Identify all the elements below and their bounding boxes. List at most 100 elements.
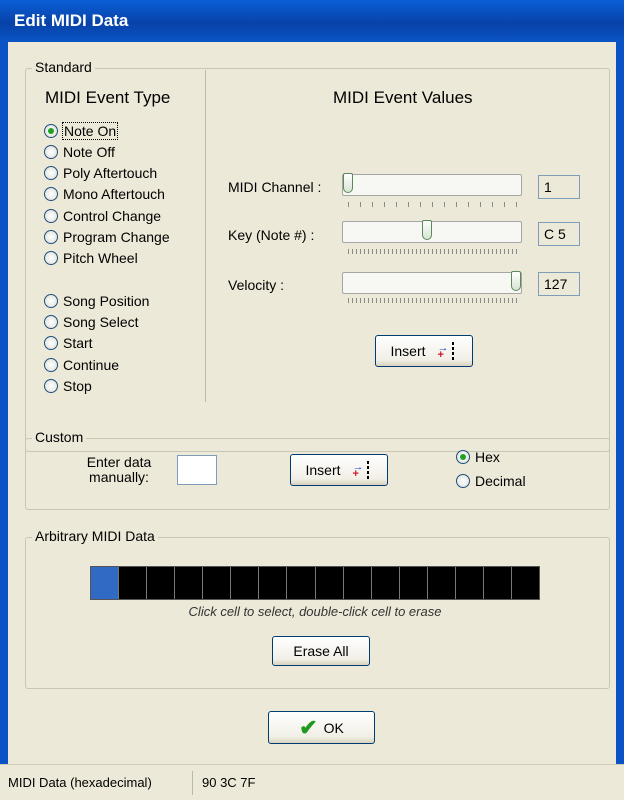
midi-data-cell[interactable]: [511, 567, 539, 599]
event-type-radio-label: Poly Aftertouch: [63, 165, 158, 181]
event-type-radio-circle[interactable]: [44, 209, 58, 223]
event-type-radio-circle[interactable]: [44, 358, 58, 372]
midi-channel-value: 1: [538, 175, 580, 199]
event-type-radio-circle[interactable]: [44, 124, 58, 138]
midi-channel-label: MIDI Channel :: [228, 179, 322, 195]
midi-channel-slider-thumb[interactable]: [343, 173, 353, 193]
checkmark-icon: ✔: [299, 714, 318, 740]
midi-data-cell[interactable]: [371, 567, 400, 599]
event-type-radio-circle[interactable]: [44, 166, 58, 180]
custom-insert-label: Insert: [305, 462, 341, 478]
event-type-radio-label: Program Change: [63, 229, 170, 245]
event-type-radio-label: Song Select: [63, 314, 139, 330]
decimal-radio-label: Decimal: [475, 473, 526, 489]
status-value: 90 3C 7F: [202, 775, 256, 790]
midi-channel-ticks: [348, 202, 518, 207]
hex-radio-circle[interactable]: [456, 450, 470, 464]
event-type-radio[interactable]: Mono Aftertouch: [44, 184, 165, 204]
midi-data-cell[interactable]: [259, 567, 288, 599]
midi-data-cell[interactable]: [119, 567, 148, 599]
status-separator: [192, 771, 193, 795]
hex-radio-label: Hex: [475, 449, 500, 465]
event-type-radio-circle[interactable]: [44, 379, 58, 393]
event-type-radio-label: Note On: [61, 122, 119, 140]
velocity-label: Velocity :: [228, 277, 285, 293]
event-values-heading: MIDI Event Values: [333, 88, 473, 107]
event-type-radio-circle[interactable]: [44, 230, 58, 244]
event-type-radio[interactable]: Program Change: [44, 227, 170, 247]
event-type-radio-label: Note Off: [63, 144, 115, 160]
event-type-radio[interactable]: Stop: [44, 376, 92, 396]
key-ticks: [348, 249, 518, 254]
manual-data-input[interactable]: [177, 455, 217, 485]
midi-data-cell[interactable]: [483, 567, 512, 599]
midi-data-cell[interactable]: [455, 567, 484, 599]
midi-data-cell[interactable]: [91, 567, 120, 599]
ok-label: OK: [323, 719, 344, 736]
midi-data-cell[interactable]: [399, 567, 428, 599]
standard-insert-button[interactable]: Insert → +: [375, 335, 473, 367]
velocity-slider-thumb[interactable]: [511, 271, 521, 291]
hex-radio[interactable]: Hex: [456, 447, 500, 467]
custom-insert-button[interactable]: Insert → +: [290, 454, 388, 486]
event-type-radio-label: Control Change: [63, 208, 162, 224]
event-type-radio-label: Song Position: [63, 293, 150, 309]
key-value: C 5: [538, 222, 580, 246]
midi-data-cell[interactable]: [343, 567, 372, 599]
event-type-radio[interactable]: Note On: [44, 121, 119, 141]
event-type-radio-circle[interactable]: [44, 187, 58, 201]
key-label: Key (Note #) :: [228, 227, 315, 243]
event-type-radio-label: Mono Aftertouch: [63, 186, 165, 202]
key-slider[interactable]: [342, 220, 522, 243]
velocity-slider[interactable]: [342, 271, 522, 294]
window-title: Edit MIDI Data: [14, 11, 129, 30]
event-type-radio-label: Continue: [63, 357, 120, 373]
midi-data-cell[interactable]: [147, 567, 176, 599]
velocity-value: 127: [538, 272, 580, 296]
event-type-radio-label: Start: [63, 335, 93, 351]
event-type-radio-circle[interactable]: [44, 294, 58, 308]
key-slider-thumb[interactable]: [422, 220, 432, 240]
window-frame-left: [0, 42, 8, 764]
midi-data-cell[interactable]: [315, 567, 344, 599]
midi-data-cell[interactable]: [203, 567, 232, 599]
standard-group-title: Standard: [32, 59, 95, 75]
standard-insert-label: Insert: [390, 343, 426, 359]
midi-channel-slider[interactable]: [342, 173, 522, 196]
midi-data-cell[interactable]: [175, 567, 204, 599]
midi-data-cell[interactable]: [231, 567, 260, 599]
status-label: MIDI Data (hexadecimal): [8, 775, 152, 790]
midi-data-cell[interactable]: [427, 567, 456, 599]
insert-arrows-icon: → +: [438, 342, 458, 361]
erase-all-button[interactable]: Erase All: [272, 636, 370, 666]
event-type-radio-circle[interactable]: [44, 315, 58, 329]
event-type-radio[interactable]: Control Change: [44, 206, 161, 226]
enter-data-label: Enter data manually:: [86, 454, 152, 485]
event-type-radio[interactable]: Poly Aftertouch: [44, 163, 157, 183]
custom-group-title: Custom: [32, 429, 87, 445]
midi-data-grid[interactable]: [90, 566, 540, 600]
event-type-radio-circle[interactable]: [44, 251, 58, 265]
event-type-radio-label: Stop: [63, 378, 92, 394]
ok-button[interactable]: ✔ OK: [268, 711, 375, 744]
midi-data-cell[interactable]: [287, 567, 316, 599]
event-type-radio[interactable]: Song Select: [44, 312, 139, 332]
arbitrary-group-title: Arbitrary MIDI Data: [32, 528, 158, 544]
window-frame-right: [616, 42, 624, 764]
event-type-radio[interactable]: Continue: [44, 355, 119, 375]
event-type-radio[interactable]: Note Off: [44, 142, 115, 162]
erase-all-label: Erase All: [293, 643, 349, 659]
standard-divider: [205, 70, 206, 402]
event-type-radio-circle[interactable]: [44, 145, 58, 159]
velocity-ticks: [348, 298, 518, 303]
event-type-heading: MIDI Event Type: [45, 88, 171, 107]
decimal-radio-circle[interactable]: [456, 474, 470, 488]
event-type-radio[interactable]: Start: [44, 333, 93, 353]
status-bar: MIDI Data (hexadecimal) 90 3C 7F: [0, 764, 624, 800]
title-bar: Edit MIDI Data: [0, 0, 624, 42]
decimal-radio[interactable]: Decimal: [456, 471, 526, 491]
event-type-radio-circle[interactable]: [44, 336, 58, 350]
event-type-radio[interactable]: Pitch Wheel: [44, 248, 138, 268]
event-type-radio[interactable]: Song Position: [44, 291, 149, 311]
grid-hint: Click cell to select, double-click cell …: [188, 604, 442, 619]
